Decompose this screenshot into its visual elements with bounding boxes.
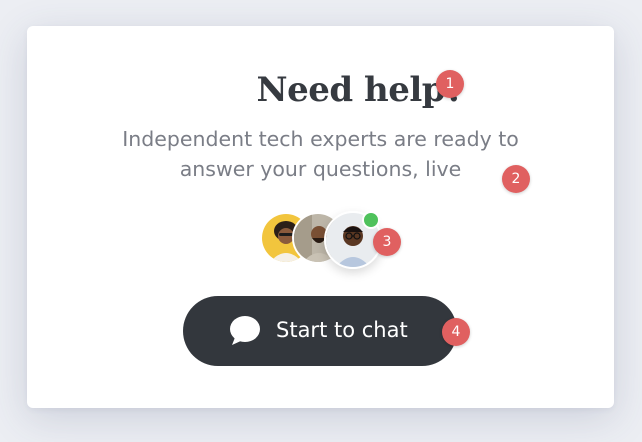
card-title: Need help? bbox=[256, 70, 465, 110]
annotation-badge-3: 3 bbox=[373, 228, 401, 256]
annotation-badge-1: 1 bbox=[436, 70, 464, 98]
annotation-badge-2: 2 bbox=[502, 165, 530, 193]
help-card: Need help? Independent tech experts are … bbox=[27, 26, 614, 408]
online-status-dot bbox=[362, 211, 380, 229]
start-chat-label: Start to chat bbox=[276, 318, 408, 342]
start-chat-button[interactable]: Start to chat bbox=[183, 296, 457, 366]
card-subtitle: Independent tech experts are ready to an… bbox=[122, 127, 519, 181]
chat-bubble-icon bbox=[230, 316, 260, 345]
annotation-badge-4: 4 bbox=[442, 318, 470, 346]
